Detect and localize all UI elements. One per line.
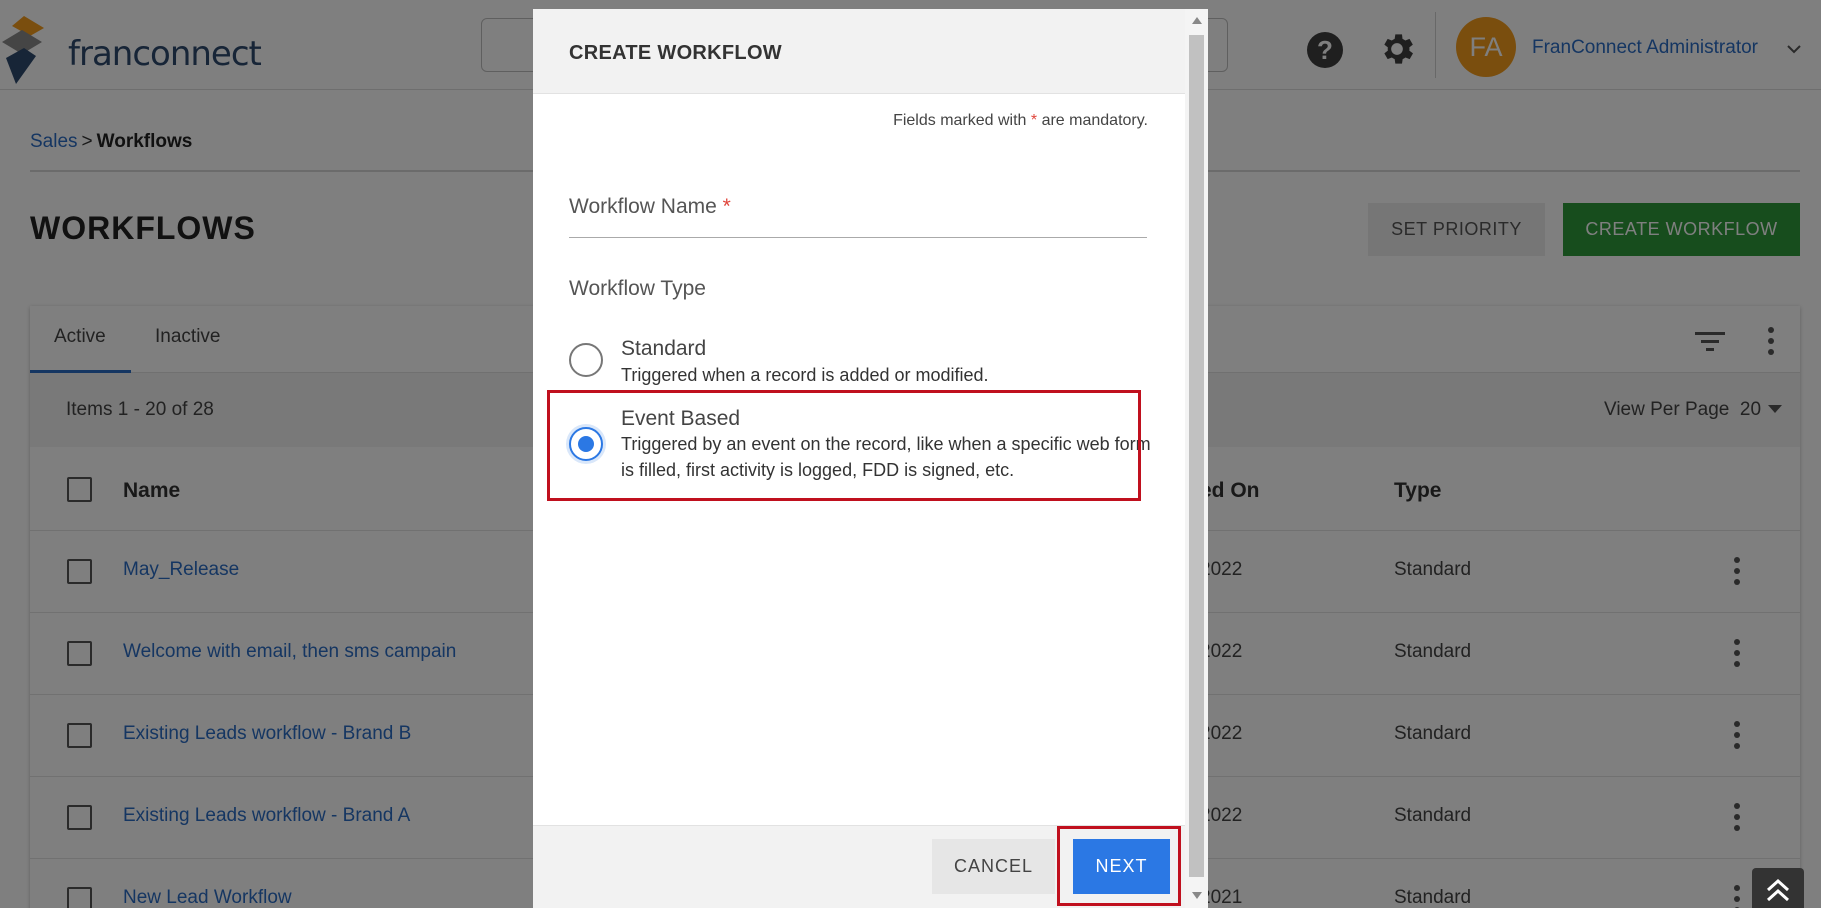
option-standard-description: Triggered when a record is added or modi… — [621, 365, 989, 385]
workflow-name-input[interactable]: Workflow Name * — [569, 195, 731, 219]
create-workflow-dialog: CREATE WORKFLOW Fields marked with * are… — [533, 9, 1208, 908]
event-based-highlight — [547, 390, 1141, 501]
mandatory-note-suffix: are mandatory. — [1041, 112, 1148, 129]
dialog-header: CREATE WORKFLOW — [533, 9, 1185, 94]
scroll-thumb[interactable] — [1189, 35, 1204, 877]
mandatory-fields-note: Fields marked with * are mandatory. — [893, 112, 1148, 130]
dialog-title: CREATE WORKFLOW — [569, 42, 782, 64]
dialog-scrollbar[interactable] — [1185, 9, 1208, 908]
option-standard-title[interactable]: Standard — [621, 337, 706, 361]
workflow-name-label: Workflow Name — [569, 195, 717, 218]
next-button-highlight — [1057, 826, 1181, 906]
required-star: * — [722, 195, 731, 218]
mandatory-note-star: * — [1030, 112, 1038, 129]
scroll-down-arrow-icon[interactable] — [1192, 892, 1202, 899]
dialog-footer: CANCEL NEXT — [533, 825, 1185, 908]
double-chevron-up-icon — [1766, 878, 1790, 902]
mandatory-note-prefix: Fields marked with — [893, 112, 1027, 129]
scroll-to-top-button[interactable] — [1752, 868, 1804, 908]
workflow-name-underline — [569, 237, 1147, 238]
radio-standard[interactable] — [569, 343, 603, 377]
scroll-up-arrow-icon[interactable] — [1192, 17, 1202, 24]
workflow-type-label: Workflow Type — [569, 277, 706, 300]
cancel-button[interactable]: CANCEL — [932, 839, 1055, 894]
